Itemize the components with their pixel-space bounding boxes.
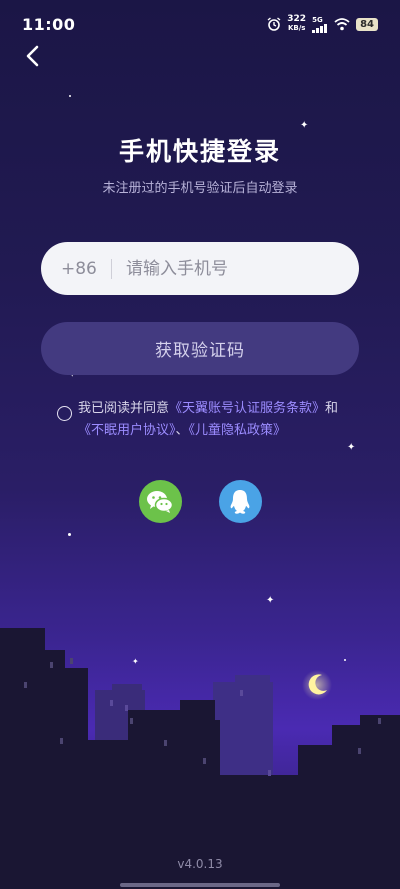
status-icons: 322 KB/s 5G 84: [267, 15, 378, 33]
speed-value: 322: [287, 14, 307, 24]
phone-number-input[interactable]: [112, 242, 359, 295]
alarm-icon: [267, 17, 281, 31]
agreement-text: 我已阅读并同意《天翼账号认证服务条款》和《不眠用户协议》、《儿童隐私政策》: [78, 398, 338, 442]
sparkle-decoration: ✦: [266, 595, 275, 606]
battery-indicator: 84: [356, 17, 378, 31]
sparkle-decoration: ✦: [300, 120, 309, 131]
agreement-sep: 、: [175, 423, 189, 438]
child-privacy-link[interactable]: 《儿童隐私政策》: [189, 423, 287, 438]
star-decoration: [68, 533, 71, 536]
get-verification-code-button[interactable]: 获取验证码: [41, 322, 359, 375]
chevron-left-icon: [26, 45, 39, 67]
network-type: 5G: [312, 15, 323, 24]
agreement-checkbox[interactable]: [57, 406, 72, 421]
speed-unit: KB/s: [287, 24, 306, 32]
tianyi-terms-link[interactable]: 《天翼账号认证服务条款》: [169, 401, 325, 416]
signal-icon: [312, 23, 328, 33]
agreement-row: 我已阅读并同意《天翼账号认证服务条款》和《不眠用户协议》、《儿童隐私政策》: [57, 398, 357, 442]
star-decoration: [69, 95, 71, 97]
status-time: 11:00: [22, 14, 76, 34]
qq-login-button[interactable]: [218, 480, 262, 523]
back-button[interactable]: [20, 44, 44, 68]
agreement-conj: 和: [325, 401, 339, 416]
wechat-login-button[interactable]: [138, 480, 182, 523]
user-agreement-link[interactable]: 《不眠用户协议》: [78, 423, 176, 438]
moon-icon: [302, 670, 332, 700]
page-title: 手机快捷登录: [118, 137, 281, 166]
social-login: [0, 480, 400, 523]
sparkle-decoration: ✦: [347, 442, 356, 453]
home-indicator[interactable]: [120, 883, 280, 887]
signal-group: 5G: [312, 16, 328, 33]
agreement-prefix: 我已阅读并同意: [78, 401, 170, 416]
qq-icon: [230, 489, 250, 514]
network-speed: 322 KB/s: [287, 15, 306, 33]
wechat-icon: [147, 490, 174, 513]
wifi-icon: [334, 17, 350, 30]
app-version: v4.0.13: [177, 857, 223, 871]
page-subtitle: 未注册过的手机号验证后自动登录: [102, 181, 298, 196]
status-bar: 11:00 322 KB/s 5G 84: [0, 0, 400, 48]
city-skyline-illustration: [0, 628, 400, 889]
phone-input-group: +86: [41, 242, 359, 295]
country-code[interactable]: +86: [41, 259, 111, 279]
